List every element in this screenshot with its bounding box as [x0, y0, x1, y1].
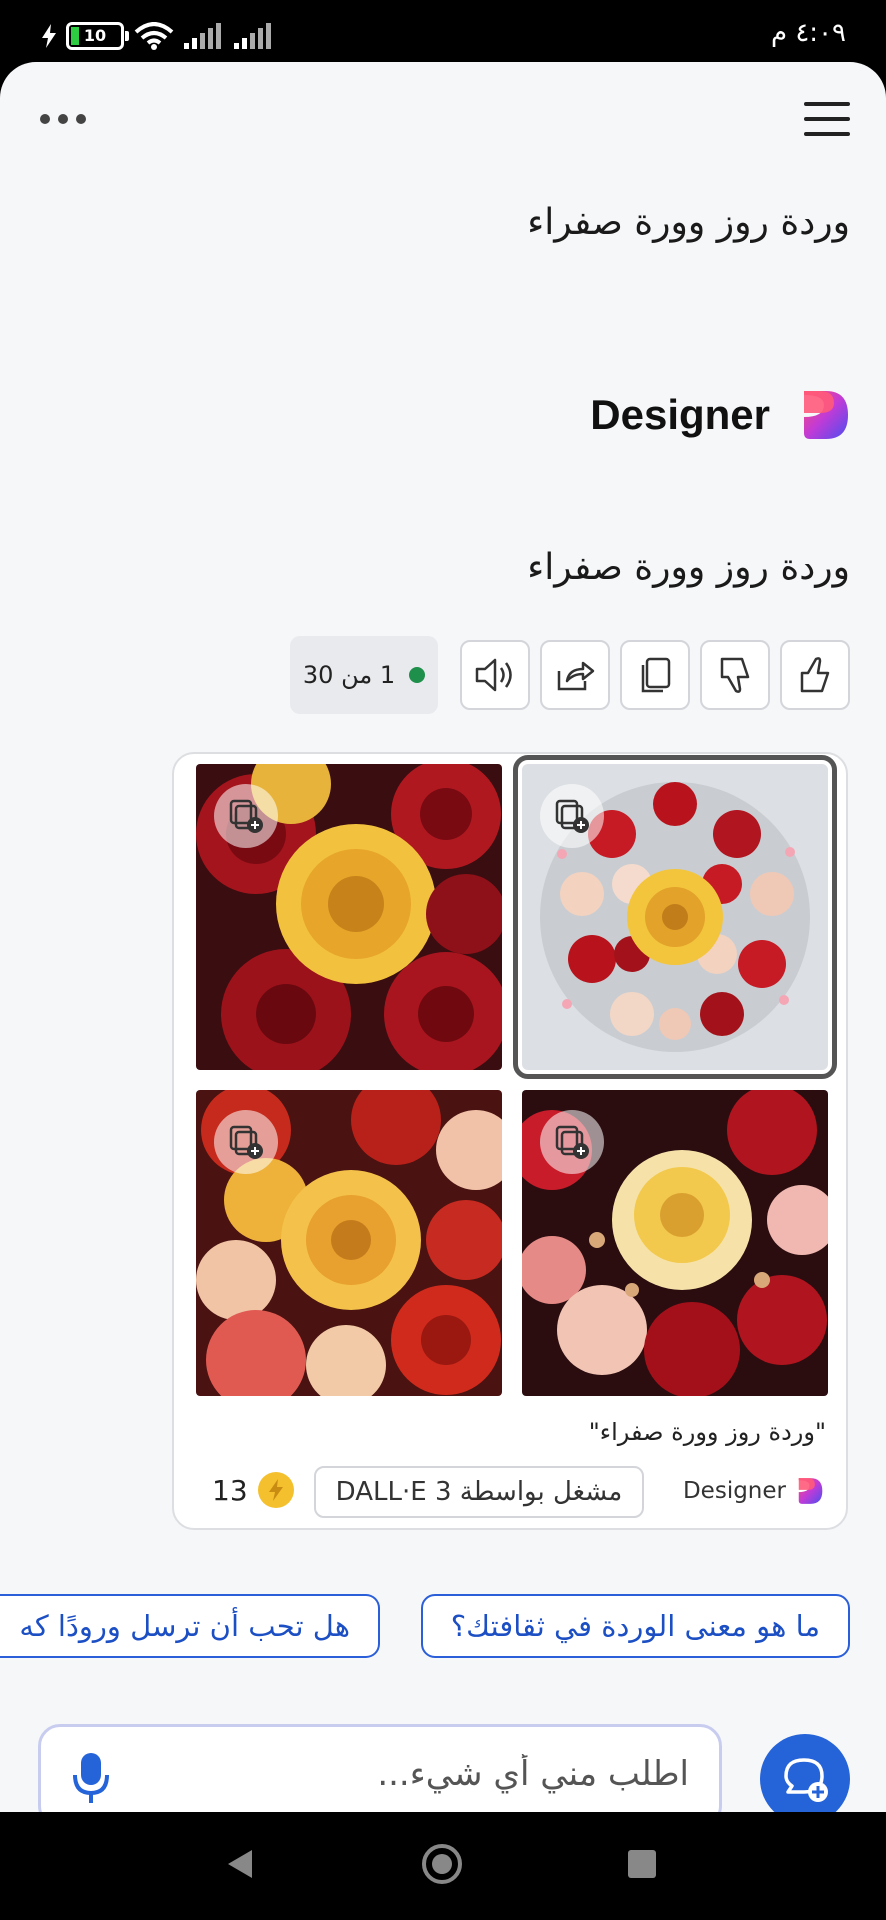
- message-composer: [38, 1724, 722, 1812]
- suggestion-text: ما هو معنى الوردة في ثقافتك؟: [450, 1609, 820, 1643]
- counter-text: 1 من 30: [302, 661, 396, 689]
- signal-icon: [184, 23, 221, 49]
- hamburger-menu-icon[interactable]: [804, 102, 850, 138]
- new-chat-button[interactable]: [760, 1734, 850, 1812]
- assistant-name: Designer: [590, 391, 770, 438]
- image-result-card: "وردة روز وورة صفراء" 13 مشغل بواسطة DAL…: [172, 752, 848, 1530]
- lightning-icon: [257, 1472, 294, 1508]
- image-caption: "وردة روز وورة صفراء": [588, 1418, 826, 1446]
- powered-by-text: مشغل بواسطة DALL·E 3: [335, 1477, 623, 1507]
- assistant-header: Designer: [590, 387, 850, 443]
- charging-icon: [42, 24, 56, 48]
- status-dot: [409, 667, 426, 683]
- boost-count: 13: [212, 1473, 248, 1507]
- thumbs-down-icon: [720, 657, 750, 693]
- share-button[interactable]: [540, 640, 610, 710]
- generated-image-1[interactable]: [196, 764, 502, 1070]
- generated-image-3[interactable]: [196, 1090, 502, 1396]
- message-input[interactable]: [167, 1753, 691, 1795]
- add-to-collection-icon: [555, 799, 589, 833]
- signal-icon-2: [234, 23, 271, 49]
- generated-image-2[interactable]: [513, 755, 837, 1079]
- back-nav-icon[interactable]: [226, 1848, 254, 1880]
- brand-name: Designer: [682, 1478, 786, 1504]
- more-options-icon[interactable]: [40, 114, 86, 124]
- message-actions: 1 من 30: [290, 636, 850, 714]
- save-to-collection-button[interactable]: [540, 1110, 604, 1174]
- dislike-button[interactable]: [700, 640, 770, 710]
- wifi-icon: [134, 22, 174, 50]
- copy-button[interactable]: [620, 640, 690, 710]
- status-bar: 10 ٤:٠٩ م: [0, 0, 886, 64]
- card-footer: 13 مشغل بواسطة DALL·E 3 Designer: [174, 1466, 846, 1522]
- app-surface: وردة روز وورة صفراء Designer وردة روز وو…: [0, 62, 886, 1812]
- add-to-collection-icon: [229, 1125, 263, 1159]
- copy-icon: [641, 657, 671, 693]
- suggestion-chip-2[interactable]: هل تحب أن ترسل ورودًا كه: [0, 1594, 380, 1658]
- system-nav-bar: [0, 1812, 886, 1920]
- new-chat-icon: [784, 1758, 828, 1802]
- suggestion-chip-1[interactable]: ما هو معنى الوردة في ثقافتك؟: [420, 1594, 850, 1658]
- powered-by-badge: مشغل بواسطة DALL·E 3: [314, 1466, 644, 1518]
- like-button[interactable]: [780, 640, 850, 710]
- designer-logo-icon: [804, 391, 848, 439]
- status-time: ٤:٠٩ م: [770, 18, 846, 48]
- user-message: وردة روز وورة صفراء: [527, 202, 850, 243]
- suggestion-text: هل تحب أن ترسل ورودًا كه: [19, 1609, 350, 1643]
- battery-level: 10: [83, 26, 107, 45]
- add-to-collection-icon: [555, 1125, 589, 1159]
- save-to-collection-button[interactable]: [214, 1110, 278, 1174]
- save-to-collection-button[interactable]: [214, 784, 278, 848]
- boost-counter[interactable]: 13: [212, 1472, 294, 1508]
- status-icons: 10: [42, 22, 274, 50]
- add-to-collection-icon: [229, 799, 263, 833]
- battery-icon: 10: [66, 22, 129, 50]
- speaker-icon: [475, 658, 512, 692]
- home-nav-icon[interactable]: [422, 1844, 462, 1884]
- save-to-collection-button[interactable]: [540, 784, 604, 848]
- speak-button[interactable]: [460, 640, 530, 710]
- share-icon: [557, 661, 595, 691]
- designer-brand: Designer: [683, 1476, 824, 1506]
- assistant-message: وردة روز وورة صفراء: [527, 547, 850, 588]
- microphone-icon[interactable]: [71, 1751, 111, 1805]
- designer-logo-icon: [798, 1478, 823, 1504]
- generated-image-4[interactable]: [522, 1090, 828, 1396]
- recents-nav-icon[interactable]: [628, 1850, 656, 1878]
- thumbs-up-icon: [800, 657, 830, 693]
- turn-counter: 1 من 30: [290, 636, 438, 714]
